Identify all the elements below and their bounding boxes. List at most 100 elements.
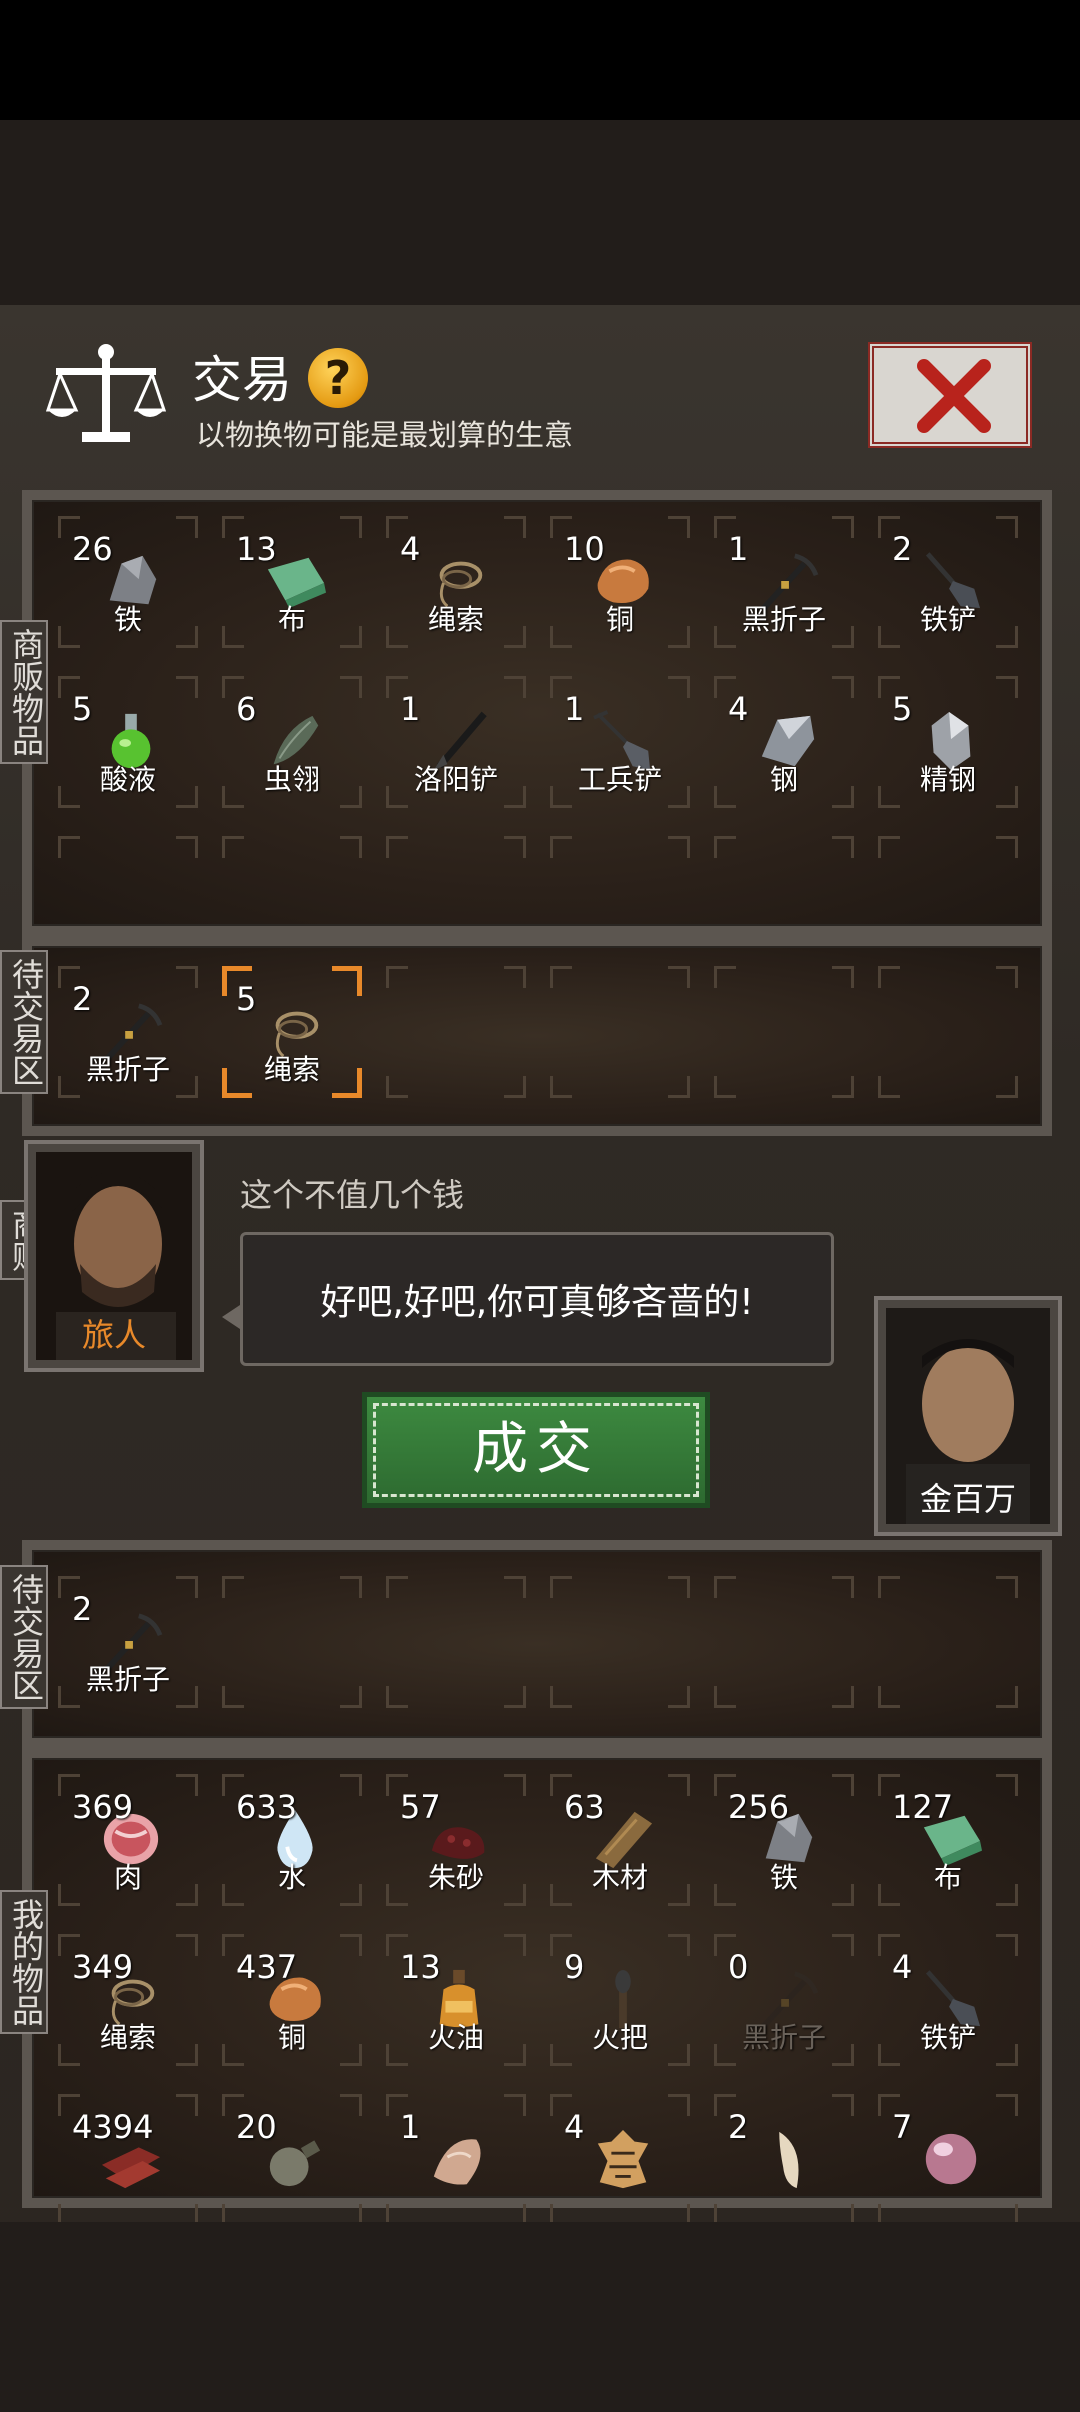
- item-count: 349: [72, 1948, 134, 1986]
- item-count: 1: [400, 2108, 421, 2146]
- slot-corner: [550, 1076, 572, 1098]
- trader-portrait-frame[interactable]: 旅人: [24, 1140, 204, 1372]
- slot-corner: [714, 1686, 736, 1708]
- slot-corner: [340, 1576, 362, 1598]
- merchant-item-slot[interactable]: 5 酸液: [54, 672, 202, 812]
- my-item-slot[interactable]: 256 铁: [710, 1770, 858, 1910]
- item-count: 5: [72, 690, 93, 728]
- merchant-item-slot[interactable]: 6 虫翎: [218, 672, 366, 812]
- merchant-item-slot[interactable]: 1 洛阳铲: [382, 672, 530, 812]
- slot-corner: [386, 836, 408, 858]
- merchant-item-slot[interactable]: 13 布: [218, 512, 366, 652]
- slot-corner: [668, 1076, 690, 1098]
- my-pending-slot[interactable]: [218, 1572, 366, 1712]
- tiger-pelt-icon: [597, 2129, 649, 2189]
- slot-corner: [996, 1934, 1018, 1956]
- item-count: 63: [564, 1788, 605, 1826]
- my-item-slot[interactable]: 9 火把: [546, 1930, 694, 2070]
- merchant-item-slot[interactable]: 1 工兵铲: [546, 672, 694, 812]
- speech-bubble: 好吧,好吧,你可真够吝啬的!: [240, 1232, 834, 1366]
- my-item-slot[interactable]: 13 火油: [382, 1930, 530, 2070]
- item-name: 黑折子: [85, 1663, 170, 1696]
- merchant-item-slot[interactable]: 1 黑折子: [710, 512, 858, 652]
- slot-corner: [668, 1934, 690, 1956]
- my-pending-slot[interactable]: [874, 1572, 1022, 1712]
- item-name: 火油: [427, 2021, 484, 2054]
- speech-bubble-tail: [222, 1305, 240, 1329]
- my-pending-slot[interactable]: [382, 1572, 530, 1712]
- item-name: 虫翎: [263, 763, 320, 796]
- slot-corner: [832, 966, 854, 988]
- slot-corner: [340, 1934, 362, 1956]
- item-name: 酸液: [99, 763, 156, 796]
- fang-fragment-icon: [433, 2139, 481, 2185]
- item-count: 5: [236, 980, 257, 1018]
- merchant-item-slot[interactable]: 26 铁: [54, 512, 202, 652]
- slot-corner: [222, 836, 244, 858]
- my-pending-slot[interactable]: [710, 1572, 858, 1712]
- item-name: 朱砂: [427, 1861, 484, 1894]
- slot-corner: [550, 966, 572, 988]
- merchant-pending-slot[interactable]: [382, 962, 530, 1102]
- my-item-slot[interactable]: 20: [218, 2090, 366, 2230]
- item-count: 127: [892, 1788, 954, 1826]
- slot-corner: [222, 1576, 244, 1598]
- my-item-slot[interactable]: 1: [382, 2090, 530, 2230]
- my-item-slot[interactable]: 4394: [54, 2090, 202, 2230]
- help-icon[interactable]: ?: [308, 348, 368, 408]
- slot-corner: [668, 1576, 690, 1598]
- my-item-slot[interactable]: 633 水: [218, 1770, 366, 1910]
- slot-corner: [504, 1686, 526, 1708]
- merchant-item-slot[interactable]: 4 绳索: [382, 512, 530, 652]
- slot-corner: [832, 836, 854, 858]
- my-item-slot[interactable]: 437 铜: [218, 1930, 366, 2070]
- merchant-item-slot[interactable]: 2 铁铲: [874, 512, 1022, 652]
- slot-corner: [668, 966, 690, 988]
- merchant-goods-label: 商贩物品: [0, 620, 48, 764]
- trader-name: 旅人: [81, 1316, 146, 1354]
- slot-corner: [504, 1076, 526, 1098]
- my-item-slot[interactable]: 349 绳索: [54, 1930, 202, 2070]
- deal-button[interactable]: 成交: [362, 1392, 710, 1508]
- merchant-pending-slot[interactable]: [874, 962, 1022, 1102]
- item-name: 黑折子: [741, 2021, 826, 2054]
- my-item-slot[interactable]: 4: [546, 2090, 694, 2230]
- item-name: 铁: [113, 603, 142, 636]
- item-count: 1: [564, 690, 585, 728]
- slot-corner: [878, 1076, 900, 1098]
- my-item-slot[interactable]: 0 黑折子: [710, 1930, 858, 2070]
- slot-corner: [176, 516, 198, 538]
- close-icon: [917, 359, 991, 433]
- close-button[interactable]: [868, 342, 1032, 448]
- slot-corner: [996, 1774, 1018, 1796]
- item-name: 布: [933, 1861, 962, 1894]
- slot-corner: [550, 836, 572, 858]
- merchant-pending-slot[interactable]: [546, 962, 694, 1102]
- merchant-pending-slot[interactable]: 5 绳索: [218, 962, 366, 1102]
- merchant-pending-slot[interactable]: 2 黑折子: [54, 962, 202, 1102]
- my-item-slot[interactable]: 369 肉: [54, 1770, 202, 1910]
- slot-corner: [340, 676, 362, 698]
- slot-corner: [668, 676, 690, 698]
- merchant-item-slot[interactable]: 4钢: [710, 672, 858, 812]
- my-item-slot[interactable]: 2: [710, 2090, 858, 2230]
- item-count: 5: [892, 690, 913, 728]
- my-item-slot[interactable]: 57 朱砂: [382, 1770, 530, 1910]
- slot-corner: [504, 676, 526, 698]
- my-item-slot[interactable]: 7: [874, 2090, 1022, 2230]
- my-item-slot[interactable]: 4 铁铲: [874, 1930, 1022, 2070]
- merchant-item-slot[interactable]: 10 铜: [546, 512, 694, 652]
- merchant-item-slot[interactable]: 5 精钢: [874, 672, 1022, 812]
- slot-corner: [176, 1576, 198, 1598]
- item-name: 铜: [277, 2021, 306, 2054]
- my-item-slot[interactable]: 63 木材: [546, 1770, 694, 1910]
- merchant-pending-slot[interactable]: [710, 962, 858, 1102]
- item-count: 369: [72, 1788, 134, 1826]
- player-portrait-frame[interactable]: 金百万: [874, 1296, 1062, 1536]
- my-pending-slot[interactable]: 2 黑折子: [54, 1572, 202, 1712]
- my-pending-slot[interactable]: [546, 1572, 694, 1712]
- item-name: 肉: [113, 1861, 142, 1894]
- my-item-slot[interactable]: 127 布: [874, 1770, 1022, 1910]
- slot-corner: [832, 1576, 854, 1598]
- page-subtitle: 以物换物可能是最划算的生意: [196, 418, 574, 452]
